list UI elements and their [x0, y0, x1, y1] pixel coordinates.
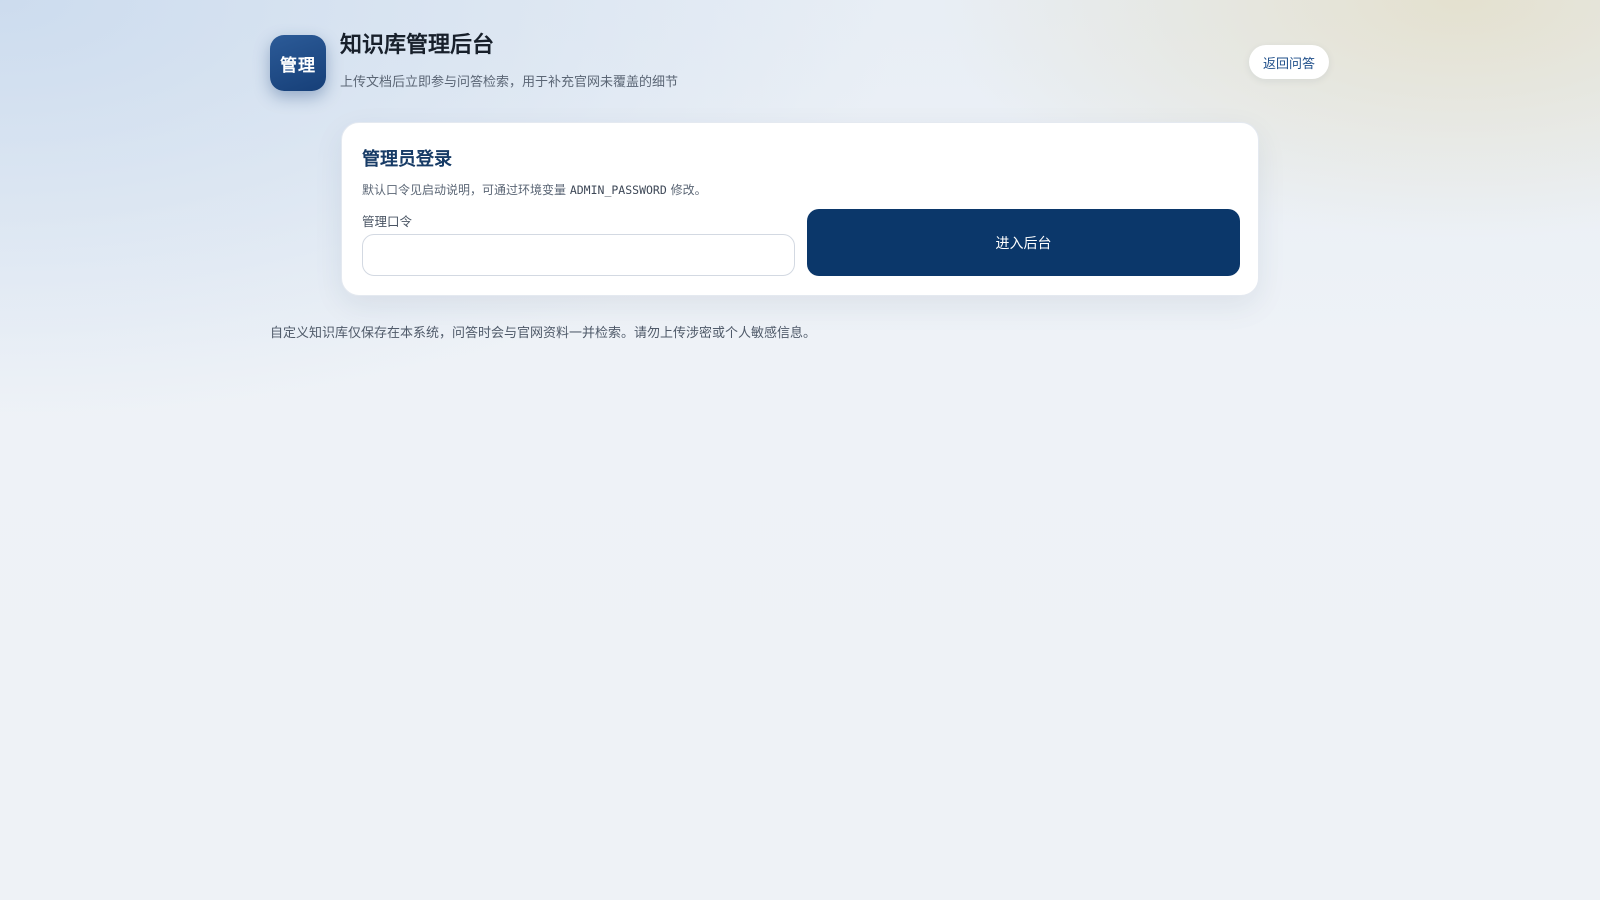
- app-logo: 管理: [270, 35, 326, 91]
- footer-note: 自定义知识库仅保存在本系统，问答时会与官网资料一并检索。请勿上传涉密或个人敏感信…: [270, 326, 817, 341]
- env-var-name: ADMIN_PASSWORD: [569, 183, 667, 197]
- login-hint-prefix: 默认口令见启动说明，可通过环境变量: [362, 183, 570, 197]
- page-title: 知识库管理后台: [340, 33, 495, 58]
- login-title: 管理员登录: [362, 149, 452, 170]
- enter-admin-button[interactable]: 进入后台: [807, 209, 1240, 276]
- page-subtitle: 上传文档后立即参与问答检索，用于补充官网未覆盖的细节: [340, 75, 679, 90]
- logo-text: 管理: [280, 55, 316, 76]
- password-input[interactable]: [362, 234, 795, 276]
- back-to-qa-button[interactable]: 返回问答: [1249, 45, 1329, 79]
- login-card: 管理员登录 默认口令见启动说明，可通过环境变量 ADMIN_PASSWORD 修…: [341, 122, 1259, 296]
- password-label: 管理口令: [362, 214, 413, 229]
- login-hint-suffix: 修改。: [666, 183, 707, 197]
- login-hint: 默认口令见启动说明，可通过环境变量 ADMIN_PASSWORD 修改。: [362, 181, 707, 198]
